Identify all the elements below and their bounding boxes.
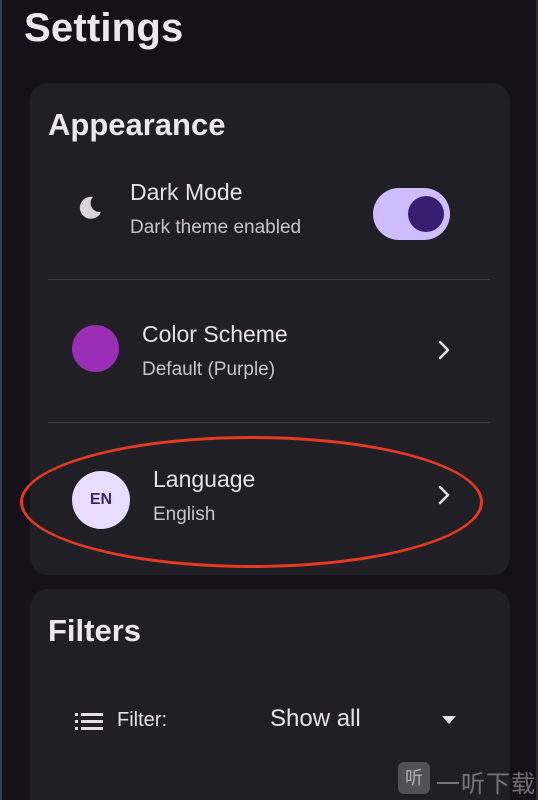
filters-section-title: Filters — [48, 613, 142, 648]
color-scheme-row[interactable]: Color Scheme Default (Purple) — [30, 280, 510, 422]
chevron-right-icon — [438, 485, 450, 505]
moon-icon — [79, 196, 101, 219]
left-edge — [0, 0, 2, 800]
color-swatch — [72, 325, 119, 372]
chevron-right-icon — [438, 340, 450, 360]
appearance-section-title: Appearance — [48, 107, 226, 142]
dark-mode-row[interactable]: Dark Mode Dark theme enabled — [30, 171, 510, 279]
filters-card: Filters Filter: Show all — [30, 589, 510, 800]
appearance-card: Appearance Dark Mode Dark theme enabled … — [30, 83, 510, 575]
dropdown-arrow-icon — [442, 716, 456, 724]
color-scheme-subtitle: Default (Purple) — [142, 359, 276, 380]
dark-mode-title: Dark Mode — [130, 179, 243, 205]
page-title: Settings — [24, 6, 184, 50]
language-title: Language — [153, 466, 256, 492]
settings-screen: Settings Appearance Dark Mode Dark theme… — [0, 0, 538, 800]
filter-list-icon — [75, 713, 103, 730]
filter-selected-value[interactable]: Show all — [270, 705, 361, 733]
language-badge: EN — [72, 471, 130, 529]
filter-label: Filter: — [117, 709, 167, 731]
language-subtitle: English — [153, 504, 216, 525]
language-row[interactable]: EN Language English — [30, 423, 510, 573]
toggle-thumb — [408, 196, 444, 232]
dark-mode-toggle[interactable] — [373, 188, 450, 240]
filter-dropdown[interactable]: Filter: Show all — [30, 693, 510, 749]
dark-mode-subtitle: Dark theme enabled — [130, 217, 302, 238]
color-scheme-title: Color Scheme — [142, 321, 288, 347]
